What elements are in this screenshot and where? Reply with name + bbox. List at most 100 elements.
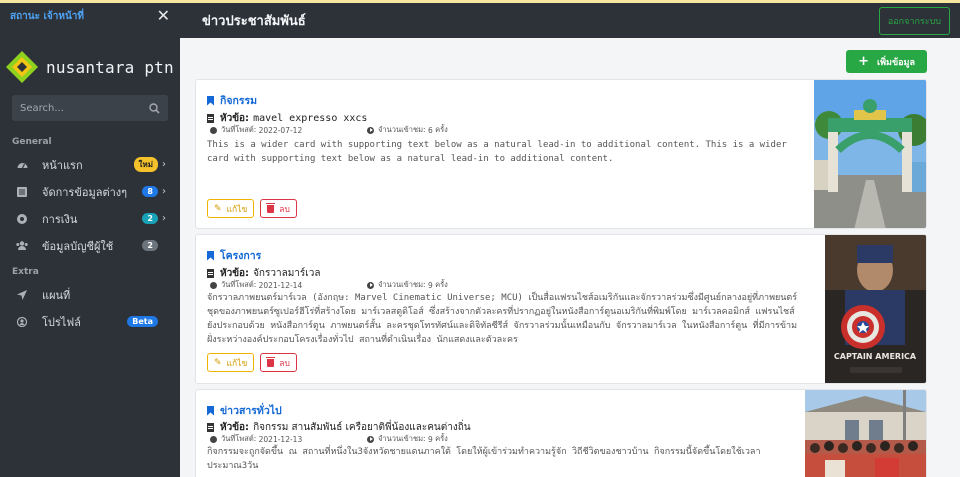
bookmark-icon: [207, 405, 214, 416]
plus-icon: +: [858, 54, 870, 69]
section-label-general: General: [12, 137, 52, 147]
top-header: ข่าวประชาสัมพันธ์ ออกจากระบบ: [180, 3, 960, 38]
count-badge: 2: [142, 213, 158, 224]
delete-button[interactable]: ลบ: [260, 199, 297, 218]
trash-icon: [266, 202, 276, 213]
post-image[interactable]: [805, 390, 926, 477]
chevron-right-icon: ›: [162, 159, 166, 170]
search-box[interactable]: [12, 95, 168, 121]
post-meta: วันที่โพสต์: 2021-12-13 จำนวนเข้าชม: 9 ค…: [210, 433, 448, 445]
category-text: โครงการ: [220, 250, 262, 262]
sidebar-item-label: หน้าแรก: [42, 158, 83, 172]
category-label[interactable]: โครงการ: [207, 247, 261, 264]
view-count: 9: [427, 280, 433, 290]
add-button-label: เพิ่มข้อมูล: [877, 57, 915, 68]
sidebar-item-home[interactable]: หน้าแรก ใหม่ ›: [0, 151, 180, 178]
sidebar-item-manage-data[interactable]: จัดการข้อมูลต่างๆ 8 ›: [0, 178, 180, 205]
date-label: วันที่โพสต์:: [221, 125, 257, 134]
edit-icon: ✎: [214, 357, 222, 368]
edit-button[interactable]: ✎ แก้ไข: [207, 199, 255, 218]
dashboard-icon: [16, 159, 28, 171]
post-meta: วันที่โพสต์: 2022-07-12 จำนวนเข้าชม: 6 ค…: [210, 124, 448, 136]
file-icon: [207, 114, 214, 123]
search-icon[interactable]: [149, 102, 160, 114]
profile-icon: [16, 316, 28, 328]
post-date: 2021-12-14: [258, 280, 303, 290]
sidebar-item-map[interactable]: แผนที่: [0, 281, 180, 308]
sidebar-item-accounts[interactable]: ข้อมูลบัญชีผู้ใช้ 2: [0, 232, 180, 259]
delete-button[interactable]: ลบ: [260, 353, 297, 372]
news-card: กิจกรรม หัวข้อ: mavel expresso xxcs วันท…: [195, 79, 927, 229]
post-date: 2022-07-12: [258, 125, 303, 135]
count-badge: 8: [142, 186, 158, 197]
card-actions: ✎ แก้ไข ลบ: [207, 199, 297, 218]
edit-button[interactable]: ✎ แก้ไข: [207, 353, 255, 372]
sidebar-item-label: จัดการข้อมูลต่างๆ: [42, 185, 128, 199]
edit-icon: ✎: [214, 203, 222, 214]
play-circle-icon: [367, 126, 374, 134]
main-content: + เพิ่มข้อมูล กิจกรรม หัวข้อ: mavel expr…: [180, 38, 960, 477]
post-description: กิจกรรมจะถูกจัดขึ้น ณ สถานที่หนึ่งใน3จัง…: [207, 447, 761, 471]
trash-icon: [266, 356, 276, 367]
play-circle-icon: [367, 281, 374, 289]
subject-value: mavel expresso xxcs: [253, 113, 368, 124]
sidebar: สถานะ เจ้าหน้าที่ ✕ nusantara ptn Genera…: [0, 3, 180, 477]
list-icon: [16, 186, 28, 198]
brand-logo-icon: [6, 51, 38, 83]
post-date: 2021-12-13: [258, 434, 303, 444]
views-label: จำนวนเข้าชม:: [378, 280, 426, 289]
file-icon: [207, 269, 214, 278]
location-arrow-icon: [16, 289, 28, 301]
clock-icon: [210, 126, 217, 134]
news-card: ข่าวสารทั่วไป หัวข้อ: กิจกรรม สานสัมพันธ…: [195, 389, 927, 477]
brand[interactable]: nusantara ptn: [0, 29, 180, 91]
post-description: จักรวาลภาพยนตร์มาร์เวล (อังกฤษ: Marvel C…: [207, 293, 798, 345]
sidebar-status-bar: สถานะ เจ้าหน้าที่ ✕: [0, 3, 180, 29]
users-icon: [16, 240, 28, 252]
clock-icon: [210, 435, 217, 443]
views-unit: ครั้ง: [435, 434, 448, 443]
view-count: 6: [427, 125, 433, 135]
sidebar-item-label: ข้อมูลบัญชีผู้ใช้: [42, 239, 114, 253]
sidebar-item-label: การเงิน: [42, 212, 78, 226]
sidebar-item-profile[interactable]: โปรไฟล์ Beta: [0, 308, 180, 335]
brand-name: nusantara ptn: [46, 57, 174, 77]
views-label: จำนวนเข้าชม:: [378, 434, 426, 443]
date-label: วันที่โพสต์:: [221, 280, 257, 289]
post-image[interactable]: CAPTAIN AMERICA: [825, 235, 926, 384]
view-count: 9: [427, 434, 433, 444]
user-status-text: สถานะ เจ้าหน้าที่: [10, 10, 84, 22]
category-text: กิจกรรม: [220, 95, 258, 107]
logout-button[interactable]: ออกจากระบบ: [878, 6, 950, 35]
news-card: โครงการ หัวข้อ: จักรวาลมาร์เวล วันที่โพส…: [195, 234, 927, 384]
post-image[interactable]: [814, 80, 926, 229]
svg-text:CAPTAIN AMERICA: CAPTAIN AMERICA: [834, 352, 917, 361]
sidebar-item-label: แผนที่: [42, 288, 71, 302]
chevron-right-icon: ›: [162, 213, 166, 224]
coin-icon: [16, 213, 28, 225]
count-badge: 2: [142, 240, 158, 251]
views-unit: ครั้ง: [435, 280, 448, 289]
file-icon: [207, 423, 214, 432]
sidebar-item-label: โปรไฟล์: [42, 315, 81, 329]
page-title: ข่าวประชาสัมพันธ์: [202, 14, 306, 29]
category-label[interactable]: ข่าวสารทั่วไป: [207, 402, 282, 419]
category-text: ข่าวสารทั่วไป: [220, 405, 282, 417]
chevron-right-icon: ›: [162, 186, 166, 197]
section-label-extra: Extra: [12, 267, 39, 277]
views-unit: ครั้ง: [435, 125, 448, 134]
new-badge: ใหม่: [133, 157, 158, 172]
views-label: จำนวนเข้าชม:: [378, 125, 426, 134]
search-input[interactable]: [20, 102, 149, 114]
category-label[interactable]: กิจกรรม: [207, 92, 257, 109]
add-news-button[interactable]: + เพิ่มข้อมูล: [846, 50, 927, 73]
bookmark-icon: [207, 95, 214, 106]
close-icon[interactable]: ✕: [157, 8, 170, 24]
play-circle-icon: [367, 435, 374, 443]
clock-icon: [210, 281, 217, 289]
card-actions: ✎ แก้ไข ลบ: [207, 353, 297, 372]
beta-badge: Beta: [127, 316, 158, 327]
post-meta: วันที่โพสต์: 2021-12-14 จำนวนเข้าชม: 9 ค…: [210, 279, 448, 291]
sidebar-item-finance[interactable]: การเงิน 2 ›: [0, 205, 180, 232]
date-label: วันที่โพสต์:: [221, 434, 257, 443]
